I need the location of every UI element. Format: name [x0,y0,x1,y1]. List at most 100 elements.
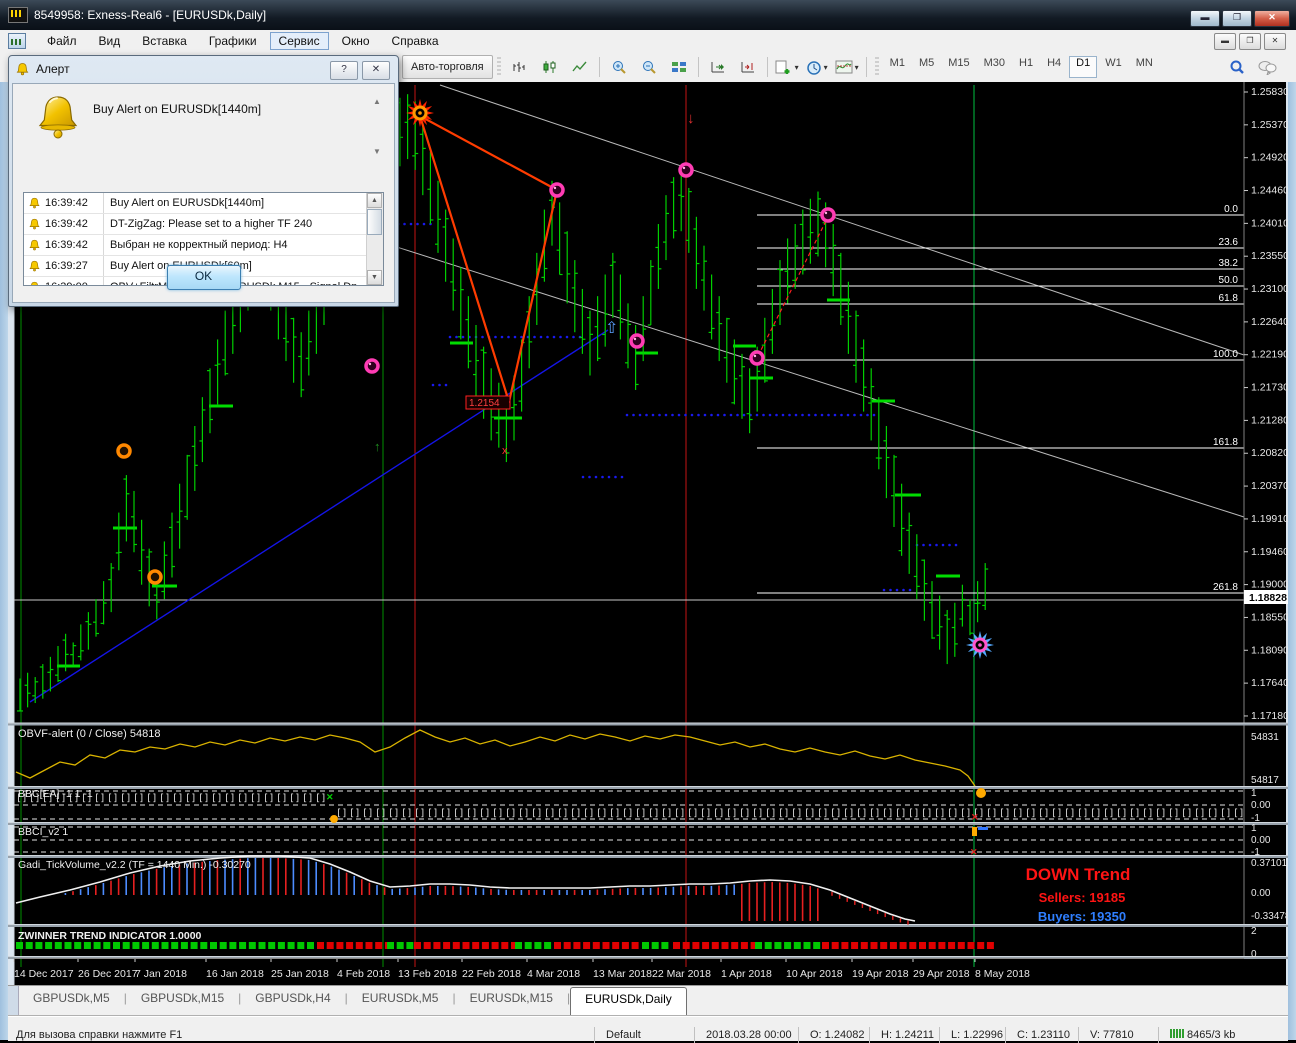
dialog-help-button[interactable]: ? [330,61,358,80]
svg-text:[]: [] [960,808,971,819]
svg-text:Buyers: 19350: Buyers: 19350 [1038,909,1126,924]
svg-text:[]: [] [1129,808,1140,819]
alert-list-scrollbar[interactable]: ▲ ▼ [366,193,383,285]
svg-text:0.0: 0.0 [1224,204,1238,215]
toolbar-drag-handle[interactable] [875,57,879,77]
svg-text:[]: [] [336,808,347,819]
ok-button[interactable]: OK [167,265,241,290]
svg-text:[]: [] [133,793,144,804]
scroll-up-icon[interactable]: ▲ [367,193,382,208]
alert-row[interactable]: 16:39:42DT-ZigZag: Please set to a highe… [24,214,383,235]
autotrading-button[interactable]: Авто-торговля [402,55,493,79]
menu-Окно[interactable]: Окно [333,32,379,50]
svg-text:[]: [] [1233,808,1244,819]
period-icon[interactable]: ▾ [802,55,832,79]
timeframe-M5[interactable]: M5 [913,57,940,77]
svg-text:[]: [] [1051,808,1062,819]
svg-text:[]: [] [804,808,815,819]
message-scroll-up-icon[interactable]: ▲ [370,96,384,108]
svg-text:[]: [] [895,808,906,819]
menu-Справка[interactable]: Справка [383,32,448,50]
svg-text:[]: [] [146,793,157,804]
svg-text:[]: [] [791,808,802,819]
tab-scroll-button[interactable] [8,986,19,1015]
autoscroll-icon[interactable] [703,55,733,79]
dialog-close-button[interactable]: ✕ [362,61,390,80]
window-minimize-button[interactable]: ▬ [1190,10,1220,27]
alert-row[interactable]: 16:39:42Buy Alert on EURUSDk[1440m] [24,193,383,214]
tab-GBPUSDk,M5[interactable]: GBPUSDk,M5 [19,986,124,1015]
scroll-thumb[interactable] [367,209,382,235]
svg-text:Sellers: 19185: Sellers: 19185 [1039,890,1126,905]
alert-row[interactable]: 16:39:42Выбран не корректный период: H4 [24,235,383,256]
svg-text:1: 1 [1251,823,1257,834]
svg-text:[]: [] [882,808,893,819]
svg-text:1.17640: 1.17640 [1251,677,1289,689]
window-maximize-button[interactable]: ❐ [1222,10,1252,27]
timeframe-W1[interactable]: W1 [1099,57,1128,77]
svg-text:[]: [] [1220,808,1231,819]
chart-shift-icon[interactable] [733,55,763,79]
child-minimize-button[interactable]: ▬ [1214,33,1236,50]
menu-Вставка[interactable]: Вставка [133,32,196,50]
alert-dialog-titlebar[interactable]: Алерт ? ✕ [9,56,398,82]
timeframe-MN[interactable]: MN [1130,57,1159,77]
timeframe-M30[interactable]: M30 [978,57,1011,77]
svg-text:0.00: 0.00 [1251,888,1271,899]
svg-text:[]: [] [765,808,776,819]
svg-text:[]: [] [1181,808,1192,819]
svg-text:13 Feb 2018: 13 Feb 2018 [398,968,457,980]
timeframe-H4[interactable]: H4 [1041,57,1067,77]
toolbar-drag-handle[interactable] [497,57,501,77]
tab-EURUSDk,Daily[interactable]: EURUSDk,Daily [570,987,687,1016]
menu-Файл[interactable]: Файл [38,32,86,50]
svg-text:[]: [] [401,808,412,819]
svg-text:[]: [] [635,808,646,819]
alert-dialog-title: Алерт [36,62,70,76]
timeframe-D1[interactable]: D1 [1069,56,1097,78]
bell-icon [28,197,41,210]
candlestick-icon[interactable] [535,55,565,79]
new-order-icon[interactable]: ▾ [772,55,802,79]
indicators-icon[interactable]: ▾ [832,55,862,79]
zoom-in-icon[interactable] [604,55,634,79]
child-close-button[interactable]: ✕ [1264,33,1286,50]
timeframe-M15[interactable]: M15 [942,57,975,77]
window-close-button[interactable]: ✕ [1254,10,1290,27]
svg-text:✕: ✕ [970,847,978,857]
menu-bar: ФайлВидВставкаГрафикиСервисОкноСправка ▬… [0,30,1296,53]
zoom-out-icon[interactable] [634,55,664,79]
tile-windows-icon[interactable] [664,55,694,79]
child-restore-button[interactable]: ❐ [1239,33,1261,50]
svg-text:8 May 2018: 8 May 2018 [975,968,1030,980]
svg-text:[]: [] [120,793,131,804]
svg-text:[]: [] [1168,808,1179,819]
svg-text:1.25830: 1.25830 [1251,86,1289,98]
timeframe-H1[interactable]: H1 [1013,57,1039,77]
scroll-down-icon[interactable]: ▼ [367,270,382,285]
bar-chart-icon[interactable] [505,55,535,79]
svg-text:61.8: 61.8 [1219,293,1239,304]
chat-icon[interactable] [1252,55,1282,79]
svg-text:[]: [] [250,793,261,804]
timeframe-M1[interactable]: M1 [884,57,911,77]
svg-text:[]: [] [349,808,360,819]
menu-Сервис[interactable]: Сервис [270,32,329,50]
menu-Вид[interactable]: Вид [90,32,130,50]
tab-EURUSDk,M15[interactable]: EURUSDk,M15 [456,986,567,1015]
svg-text:10 Apr 2018: 10 Apr 2018 [786,968,843,980]
search-icon[interactable] [1222,55,1252,79]
svg-text:1.22640: 1.22640 [1251,316,1289,328]
svg-text:[]: [] [159,793,170,804]
menu-Графики[interactable]: Графики [200,32,266,50]
svg-text:[]: [] [752,808,763,819]
line-chart-icon[interactable] [565,55,595,79]
tab-GBPUSDk,H4[interactable]: GBPUSDk,H4 [241,986,344,1015]
svg-text:[]: [] [622,808,633,819]
window-right-border [1288,82,1296,1040]
tab-EURUSDk,M5[interactable]: EURUSDk,M5 [348,986,453,1015]
tab-GBPUSDk,M15[interactable]: GBPUSDk,M15 [127,986,238,1015]
message-scroll-down-icon[interactable]: ▼ [370,146,384,158]
svg-text:1.19460: 1.19460 [1251,546,1289,558]
svg-text:[]: [] [198,793,209,804]
